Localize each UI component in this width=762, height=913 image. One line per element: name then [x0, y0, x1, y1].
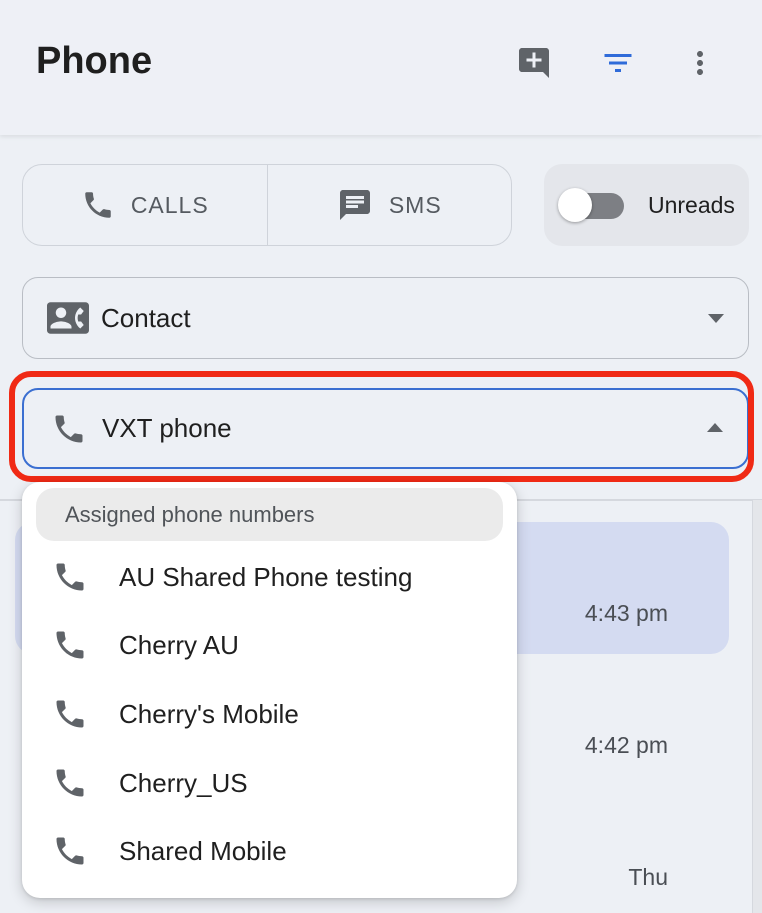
menu-item-label: AU Shared Phone testing [119, 561, 413, 592]
contact-dropdown-label: Contact [101, 302, 191, 333]
message-icon [337, 187, 373, 223]
add-comment-icon [516, 45, 552, 81]
menu-item-label: Shared Mobile [119, 835, 287, 866]
phone-icon [81, 188, 115, 222]
phone-icon [50, 696, 90, 732]
conversation-time: Thu [628, 864, 668, 890]
phone-icon [50, 833, 90, 869]
conversation-time: 4:42 pm [584, 732, 668, 758]
unreads-switch[interactable] [558, 185, 628, 225]
unreads-filter: Unreads [544, 164, 749, 246]
menu-item-label: Cherry AU [119, 629, 239, 660]
phone-number-menu: Assigned phone numbers AU Shared Phone t… [22, 482, 517, 898]
menu-item-cherry-au[interactable]: Cherry AU [22, 611, 517, 679]
list-scrollbar[interactable] [752, 500, 762, 913]
phone-icon [50, 627, 90, 663]
tab-calls[interactable]: CALLS [23, 165, 267, 245]
calls-sms-toggle: CALLS SMS [22, 164, 512, 246]
menu-item-shared-mobile[interactable]: Shared Mobile [22, 817, 517, 885]
phone-number-dropdown[interactable]: VXT phone [22, 388, 749, 469]
filter-button[interactable] [598, 42, 638, 84]
menu-item-cherry-us[interactable]: Cherry_US [22, 749, 517, 817]
filter-icon [600, 45, 636, 81]
menu-section-header-label: Assigned phone numbers [65, 501, 315, 527]
more-options-button[interactable] [680, 42, 720, 84]
menu-section-header: Assigned phone numbers [36, 488, 503, 541]
phone-number-dropdown-label: VXT phone [102, 413, 232, 443]
contact-dropdown[interactable]: Contact [22, 277, 749, 359]
contact-card-icon [47, 297, 89, 339]
switch-thumb [558, 188, 592, 222]
menu-item-cherrys-mobile[interactable]: Cherry's Mobile [22, 680, 517, 748]
page-title: Phone [36, 40, 153, 82]
phone-icon [48, 411, 90, 447]
new-message-button[interactable] [514, 42, 554, 84]
tab-sms-label: SMS [388, 191, 442, 218]
tab-sms[interactable]: SMS [266, 165, 512, 245]
phone-icon [50, 765, 90, 801]
phone-icon [50, 559, 90, 595]
menu-item-label: Cherry_US [119, 767, 248, 798]
more-vert-icon [682, 45, 718, 81]
tab-calls-label: CALLS [130, 191, 209, 218]
unreads-label: Unreads [648, 191, 735, 218]
menu-item-label: Cherry's Mobile [119, 698, 299, 729]
conversation-time: 4:43 pm [584, 600, 668, 626]
app-header: Phone [0, 0, 762, 135]
caret-up-icon [705, 422, 725, 434]
caret-down-icon [706, 312, 726, 324]
menu-item-au-shared-phone-testing[interactable]: AU Shared Phone testing [22, 543, 517, 611]
